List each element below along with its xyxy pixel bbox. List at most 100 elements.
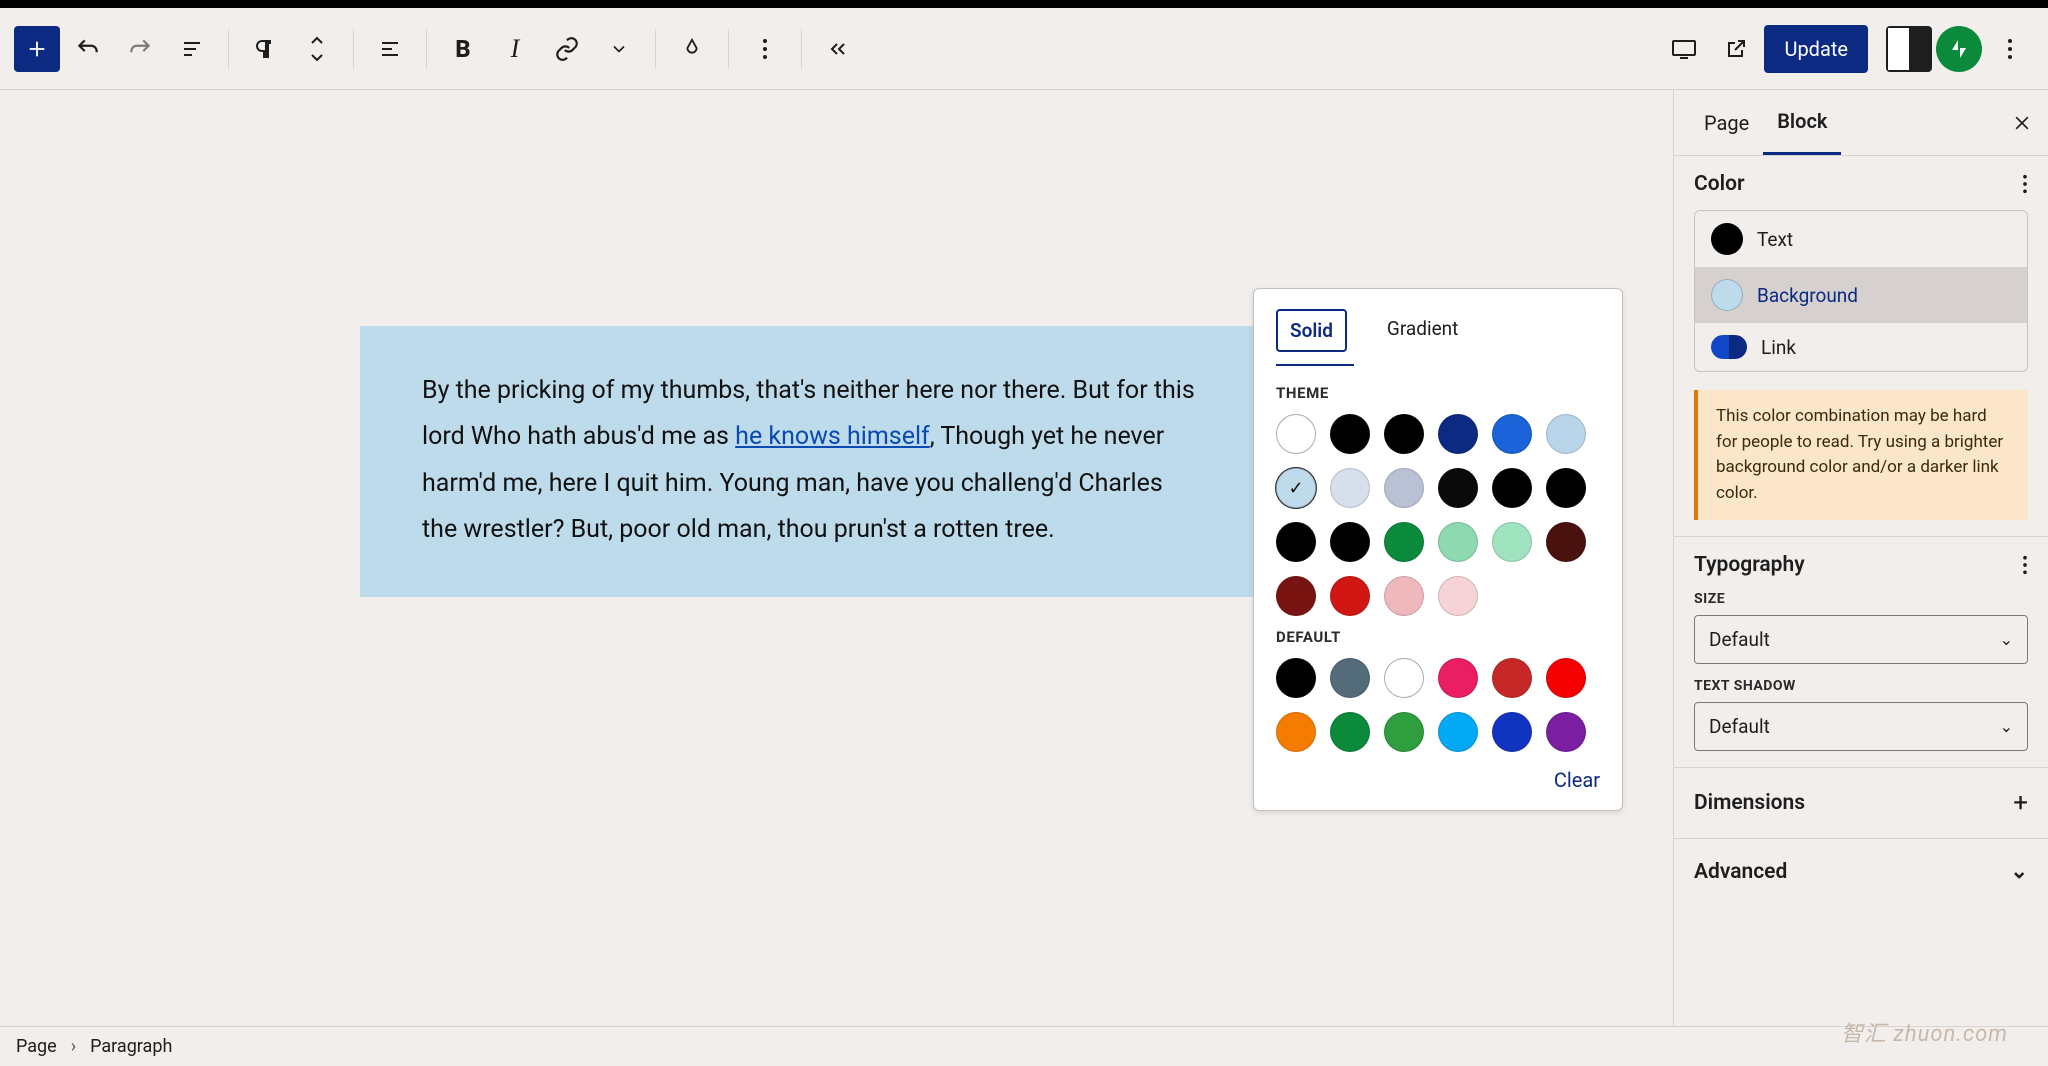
advanced-panel-toggle[interactable]: Advanced ⌄ bbox=[1674, 839, 2048, 904]
theme-swatch[interactable] bbox=[1384, 522, 1424, 562]
document-overview-button[interactable] bbox=[168, 25, 216, 73]
theme-swatches bbox=[1276, 414, 1600, 616]
default-swatch[interactable] bbox=[1384, 712, 1424, 752]
default-swatch[interactable] bbox=[1276, 658, 1316, 698]
theme-swatch[interactable] bbox=[1492, 522, 1532, 562]
collapse-toolbar-button[interactable] bbox=[814, 25, 862, 73]
paragraph-icon[interactable] bbox=[241, 25, 289, 73]
separator bbox=[801, 29, 802, 69]
advanced-label: Advanced bbox=[1694, 860, 1787, 884]
theme-swatch[interactable] bbox=[1492, 468, 1532, 508]
plus-icon: + bbox=[2013, 788, 2028, 818]
redo-button[interactable] bbox=[116, 25, 164, 73]
theme-swatch[interactable] bbox=[1276, 522, 1316, 562]
background-color-label: Background bbox=[1757, 284, 1858, 307]
contrast-warning: This color combination may be hard for p… bbox=[1694, 390, 2028, 520]
jetpack-button[interactable] bbox=[1936, 26, 1982, 72]
default-swatch[interactable] bbox=[1492, 712, 1532, 752]
add-block-button[interactable] bbox=[14, 26, 60, 72]
color-panel-title: Color bbox=[1694, 172, 1745, 196]
text-shadow-label: TEXT SHADOW bbox=[1694, 678, 2028, 694]
text-shadow-select[interactable]: Default ⌄ bbox=[1694, 702, 2028, 751]
default-swatch[interactable] bbox=[1438, 712, 1478, 752]
default-swatch[interactable] bbox=[1330, 658, 1370, 698]
color-attr-background[interactable]: Background bbox=[1695, 267, 2027, 323]
italic-button[interactable]: I bbox=[491, 25, 539, 73]
undo-button[interactable] bbox=[64, 25, 112, 73]
dimensions-label: Dimensions bbox=[1694, 791, 1805, 815]
theme-swatch[interactable] bbox=[1330, 576, 1370, 616]
sidebar-tabs: Page Block bbox=[1674, 90, 2048, 156]
default-swatch[interactable] bbox=[1276, 712, 1316, 752]
block-options-button[interactable] bbox=[741, 25, 789, 73]
text-color-label: Text bbox=[1757, 228, 1793, 251]
theme-swatch[interactable] bbox=[1276, 468, 1316, 508]
color-attr-link[interactable]: Link bbox=[1695, 323, 2027, 371]
align-button[interactable] bbox=[366, 25, 414, 73]
theme-swatch[interactable] bbox=[1492, 414, 1532, 454]
bold-button[interactable]: B bbox=[439, 25, 487, 73]
chevron-down-icon: ⌄ bbox=[2010, 859, 2028, 884]
default-swatch[interactable] bbox=[1492, 658, 1532, 698]
link-button[interactable] bbox=[543, 25, 591, 73]
breadcrumb-root[interactable]: Page bbox=[16, 1036, 57, 1057]
dimensions-panel-toggle[interactable]: Dimensions + bbox=[1674, 768, 2048, 839]
chevron-down-icon: ⌄ bbox=[2000, 630, 2013, 649]
preview-external-button[interactable] bbox=[1712, 25, 1760, 73]
color-panel-options-button[interactable] bbox=[2022, 174, 2028, 194]
separator bbox=[228, 29, 229, 69]
separator bbox=[728, 29, 729, 69]
theme-swatch[interactable] bbox=[1330, 414, 1370, 454]
chevron-down-icon: ⌄ bbox=[2000, 717, 2013, 736]
default-swatch[interactable] bbox=[1438, 658, 1478, 698]
theme-swatch[interactable] bbox=[1276, 414, 1316, 454]
paragraph-block[interactable]: By the pricking of my thumbs, that's nei… bbox=[360, 326, 1256, 597]
theme-swatch[interactable] bbox=[1384, 468, 1424, 508]
theme-swatch[interactable] bbox=[1438, 414, 1478, 454]
color-tab-solid[interactable]: Solid bbox=[1276, 309, 1347, 352]
theme-swatch[interactable] bbox=[1384, 414, 1424, 454]
color-tab-gradient[interactable]: Gradient bbox=[1375, 309, 1470, 352]
breadcrumb: Page › Paragraph bbox=[0, 1026, 2048, 1066]
link-color-swatch bbox=[1711, 335, 1747, 359]
theme-section-label: THEME bbox=[1276, 384, 1600, 402]
typography-options-button[interactable] bbox=[2022, 555, 2028, 575]
theme-swatch[interactable] bbox=[1546, 522, 1586, 562]
top-more-options-button[interactable] bbox=[1986, 25, 2034, 73]
text-color-swatch bbox=[1711, 223, 1743, 255]
breadcrumb-leaf[interactable]: Paragraph bbox=[90, 1036, 172, 1057]
typography-panel: Typography SIZE Default ⌄ TEXT SHADOW De… bbox=[1674, 537, 2048, 768]
settings-sidebar-toggle[interactable] bbox=[1886, 26, 1932, 72]
default-swatch[interactable] bbox=[1546, 712, 1586, 752]
theme-swatch[interactable] bbox=[1330, 522, 1370, 562]
close-sidebar-button[interactable] bbox=[2012, 113, 2032, 133]
theme-swatch[interactable] bbox=[1276, 576, 1316, 616]
editor-canvas[interactable]: By the pricking of my thumbs, that's nei… bbox=[0, 90, 1673, 1026]
top-toolbar: B I Update bbox=[0, 8, 2048, 90]
text-color-button[interactable] bbox=[668, 25, 716, 73]
theme-swatch[interactable] bbox=[1438, 576, 1478, 616]
theme-swatch[interactable] bbox=[1330, 468, 1370, 508]
tab-page[interactable]: Page bbox=[1690, 90, 1763, 155]
move-handles-button[interactable] bbox=[293, 25, 341, 73]
tab-block[interactable]: Block bbox=[1763, 90, 1841, 155]
font-size-value: Default bbox=[1709, 628, 1770, 651]
background-color-swatch bbox=[1711, 279, 1743, 311]
font-size-select[interactable]: Default ⌄ bbox=[1694, 615, 2028, 664]
color-panel: Color Text Background bbox=[1674, 156, 2048, 537]
paragraph-link[interactable]: he knows himself bbox=[735, 422, 930, 451]
theme-swatch[interactable] bbox=[1438, 522, 1478, 562]
more-rich-text-button[interactable] bbox=[595, 25, 643, 73]
text-shadow-value: Default bbox=[1709, 715, 1770, 738]
theme-swatch[interactable] bbox=[1438, 468, 1478, 508]
default-swatch[interactable] bbox=[1384, 658, 1424, 698]
update-button[interactable]: Update bbox=[1764, 25, 1868, 73]
view-button[interactable] bbox=[1660, 25, 1708, 73]
clear-color-button[interactable]: Clear bbox=[1276, 768, 1600, 792]
theme-swatch[interactable] bbox=[1546, 414, 1586, 454]
theme-swatch[interactable] bbox=[1384, 576, 1424, 616]
default-swatch[interactable] bbox=[1546, 658, 1586, 698]
theme-swatch[interactable] bbox=[1546, 468, 1586, 508]
default-swatch[interactable] bbox=[1330, 712, 1370, 752]
color-attr-text[interactable]: Text bbox=[1695, 211, 2027, 267]
